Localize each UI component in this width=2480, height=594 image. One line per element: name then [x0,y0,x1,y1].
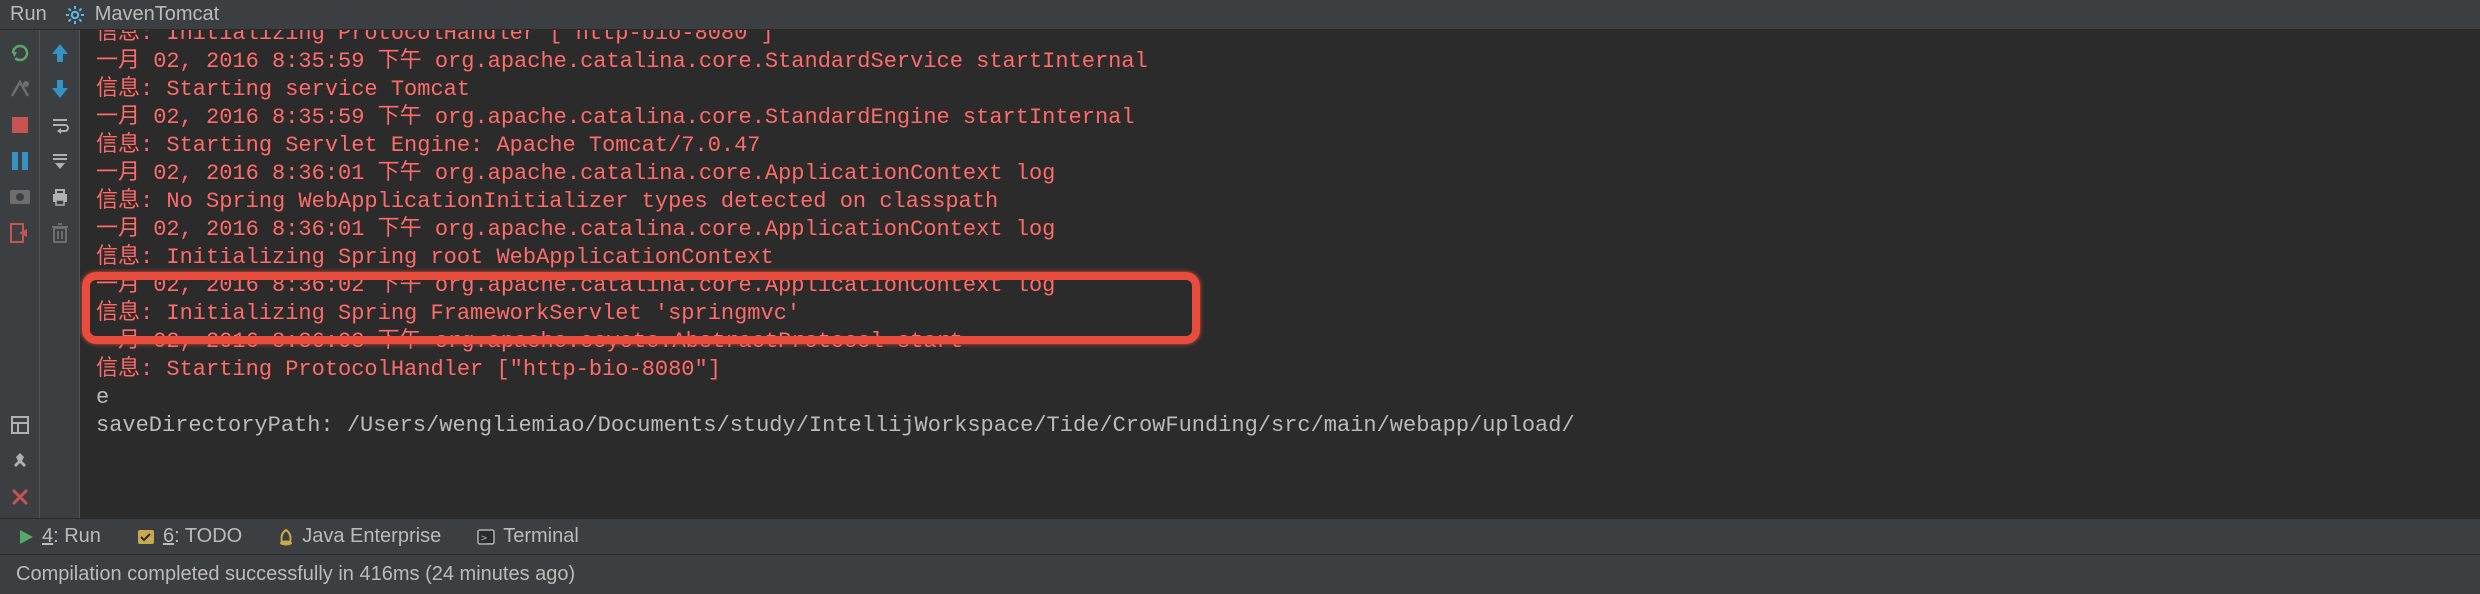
stacktrace-button[interactable] [5,74,35,104]
terminal-icon: >_ [477,529,495,545]
tab-todo[interactable]: 6: TODO [137,525,242,548]
log-line: 信息: Starting service Tomcat [96,76,2464,104]
log-line: 一月 02, 2016 8:36:01 下午 org.apache.catali… [96,216,2464,244]
tab-run-label: : Run [53,525,101,548]
tab-java-ee-label: Java Enterprise [302,525,441,548]
run-config-name: MavenTomcat [95,3,220,26]
down-button[interactable] [45,74,75,104]
bean-icon [278,528,294,546]
status-bar: Compilation completed successfully in 41… [0,554,2480,594]
log-line: 一月 02, 2016 8:36:02 下午 org.apache.catali… [96,272,2464,300]
soft-wrap-button[interactable] [45,110,75,140]
tab-run-prefix: 4 [42,525,53,548]
tab-todo-prefix: 6 [163,525,174,548]
log-line: 一月 02, 2016 8:36:03 下午 org.apache.coyote… [96,328,2464,356]
restore-layout-button[interactable] [5,410,35,440]
svg-text:>_: >_ [481,533,494,544]
status-message: Compilation completed successfully in 41… [16,563,575,586]
scroll-to-end-button[interactable] [45,146,75,176]
gear-icon [65,5,85,25]
log-line: 信息: Initializing Spring root WebApplicat… [96,244,2464,272]
log-line: 信息: Starting Servlet Engine: Apache Tomc… [96,132,2464,160]
close-button[interactable] [5,482,35,512]
todo-icon [137,529,155,545]
tab-terminal[interactable]: >_ Terminal [477,525,579,548]
log-line: 信息: Starting ProtocolHandler ["http-bio-… [96,356,2464,384]
log-line: 信息: Initializing Spring FrameworkServlet… [96,300,2464,328]
pause-button[interactable] [5,146,35,176]
primary-toolbar [0,30,40,518]
clear-all-button[interactable] [45,218,75,248]
up-button[interactable] [45,38,75,68]
tab-run[interactable]: 4: Run [18,525,101,548]
log-line: e [96,384,2464,412]
log-line: 信息: Initializing ProtocolHandler ["http-… [96,30,2464,48]
console-output[interactable]: 信息: Initializing ProtocolHandler ["http-… [80,30,2480,518]
stop-button[interactable] [5,110,35,140]
print-button[interactable] [45,182,75,212]
log-line: 信息: No Spring WebApplicationInitializer … [96,188,2464,216]
exit-button[interactable] [5,218,35,248]
log-line: saveDirectoryPath: /Users/wengliemiao/Do… [96,412,2464,440]
run-label: Run [10,3,47,26]
dump-threads-button[interactable] [5,182,35,212]
play-icon [18,529,34,545]
pin-button[interactable] [5,446,35,476]
log-line: 一月 02, 2016 8:35:59 下午 org.apache.catali… [96,104,2464,132]
tab-terminal-label: Terminal [503,525,579,548]
tab-java-enterprise[interactable]: Java Enterprise [278,525,441,548]
tab-todo-label: : TODO [174,525,242,548]
secondary-toolbar [40,30,80,518]
tool-window-header: Run MavenTomcat [0,0,2480,30]
log-line: 一月 02, 2016 8:36:01 下午 org.apache.catali… [96,160,2464,188]
bottom-tool-tabs: 4: Run 6: TODO Java Enterprise >_ Termin… [0,518,2480,554]
log-line: 一月 02, 2016 8:35:59 下午 org.apache.catali… [96,48,2464,76]
rerun-button[interactable] [5,38,35,68]
main-area: 信息: Initializing ProtocolHandler ["http-… [0,30,2480,518]
